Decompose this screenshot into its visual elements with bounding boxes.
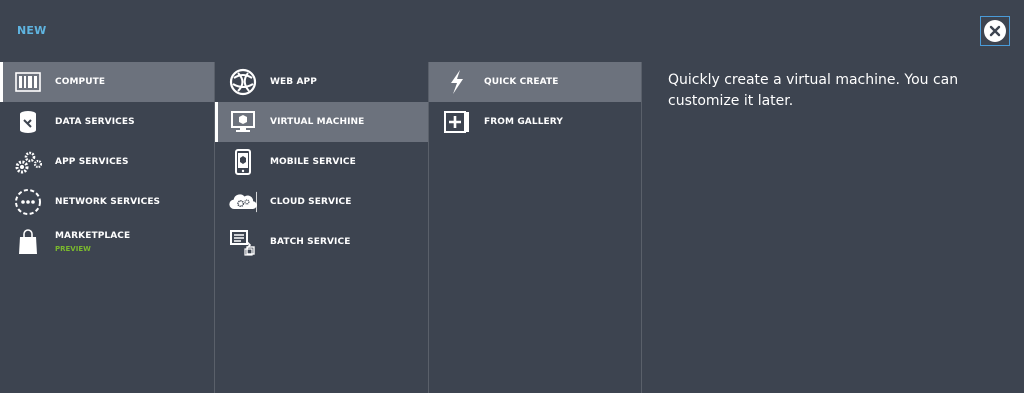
data-services-icon (14, 108, 42, 136)
compute-cloud-service[interactable]: CLOUD SERVICE (215, 182, 428, 222)
close-icon (984, 20, 1006, 42)
batch-icon (229, 228, 257, 256)
gears-icon (14, 148, 42, 176)
category-label: APP SERVICES (55, 157, 129, 167)
compute-list: WEB APP VIRTUAL MACHINE MOBILE SERVICE C… (214, 62, 428, 393)
category-marketplace[interactable]: MARKETPLACE PREVIEW (0, 222, 214, 262)
vm-options-list: QUICK CREATE FROM GALLERY (428, 62, 642, 393)
compute-mobile-service[interactable]: MOBILE SERVICE (215, 142, 428, 182)
category-network-services[interactable]: NETWORK SERVICES (0, 182, 214, 222)
compute-label: BATCH SERVICE (270, 237, 351, 247)
category-compute[interactable]: COMPUTE (0, 62, 214, 102)
preview-badge: PREVIEW (55, 245, 91, 253)
compute-label: VIRTUAL MACHINE (270, 117, 365, 127)
category-label: DATA SERVICES (55, 117, 135, 127)
option-label: QUICK CREATE (484, 77, 559, 87)
category-label: COMPUTE (55, 77, 106, 87)
category-list: COMPUTE DATA SERVICES APP SERVICES NETWO… (0, 62, 214, 393)
category-label: MARKETPLACE (55, 231, 131, 241)
network-icon (14, 188, 42, 216)
category-app-services[interactable]: APP SERVICES (0, 142, 214, 182)
mobile-icon (229, 148, 257, 176)
compute-label: WEB APP (270, 77, 317, 87)
panel-title: NEW (17, 24, 47, 37)
new-item-panel: NEW COMPUTE DATA SERVICES APP SERVICES N… (0, 0, 1024, 393)
option-from-gallery[interactable]: FROM GALLERY (429, 102, 641, 142)
compute-web-app[interactable]: WEB APP (215, 62, 428, 102)
cloud-gear-icon (229, 188, 257, 216)
lightning-icon (443, 68, 471, 96)
gallery-add-icon (443, 108, 471, 136)
compute-virtual-machine[interactable]: VIRTUAL MACHINE (215, 102, 428, 142)
compute-label: CLOUD SERVICE (270, 197, 352, 207)
compute-icon (14, 68, 42, 96)
globe-icon (229, 68, 257, 96)
shopping-bag-icon (14, 228, 42, 256)
compute-label: MOBILE SERVICE (270, 157, 356, 167)
description-text: Quickly create a virtual machine. You ca… (668, 72, 959, 109)
option-label: FROM GALLERY (484, 117, 563, 127)
monitor-icon (229, 108, 257, 136)
category-label: NETWORK SERVICES (55, 197, 161, 207)
category-data-services[interactable]: DATA SERVICES (0, 102, 214, 142)
close-button[interactable] (980, 16, 1010, 46)
compute-batch-service[interactable]: BATCH SERVICE (215, 222, 428, 262)
option-quick-create[interactable]: QUICK CREATE (429, 62, 641, 102)
